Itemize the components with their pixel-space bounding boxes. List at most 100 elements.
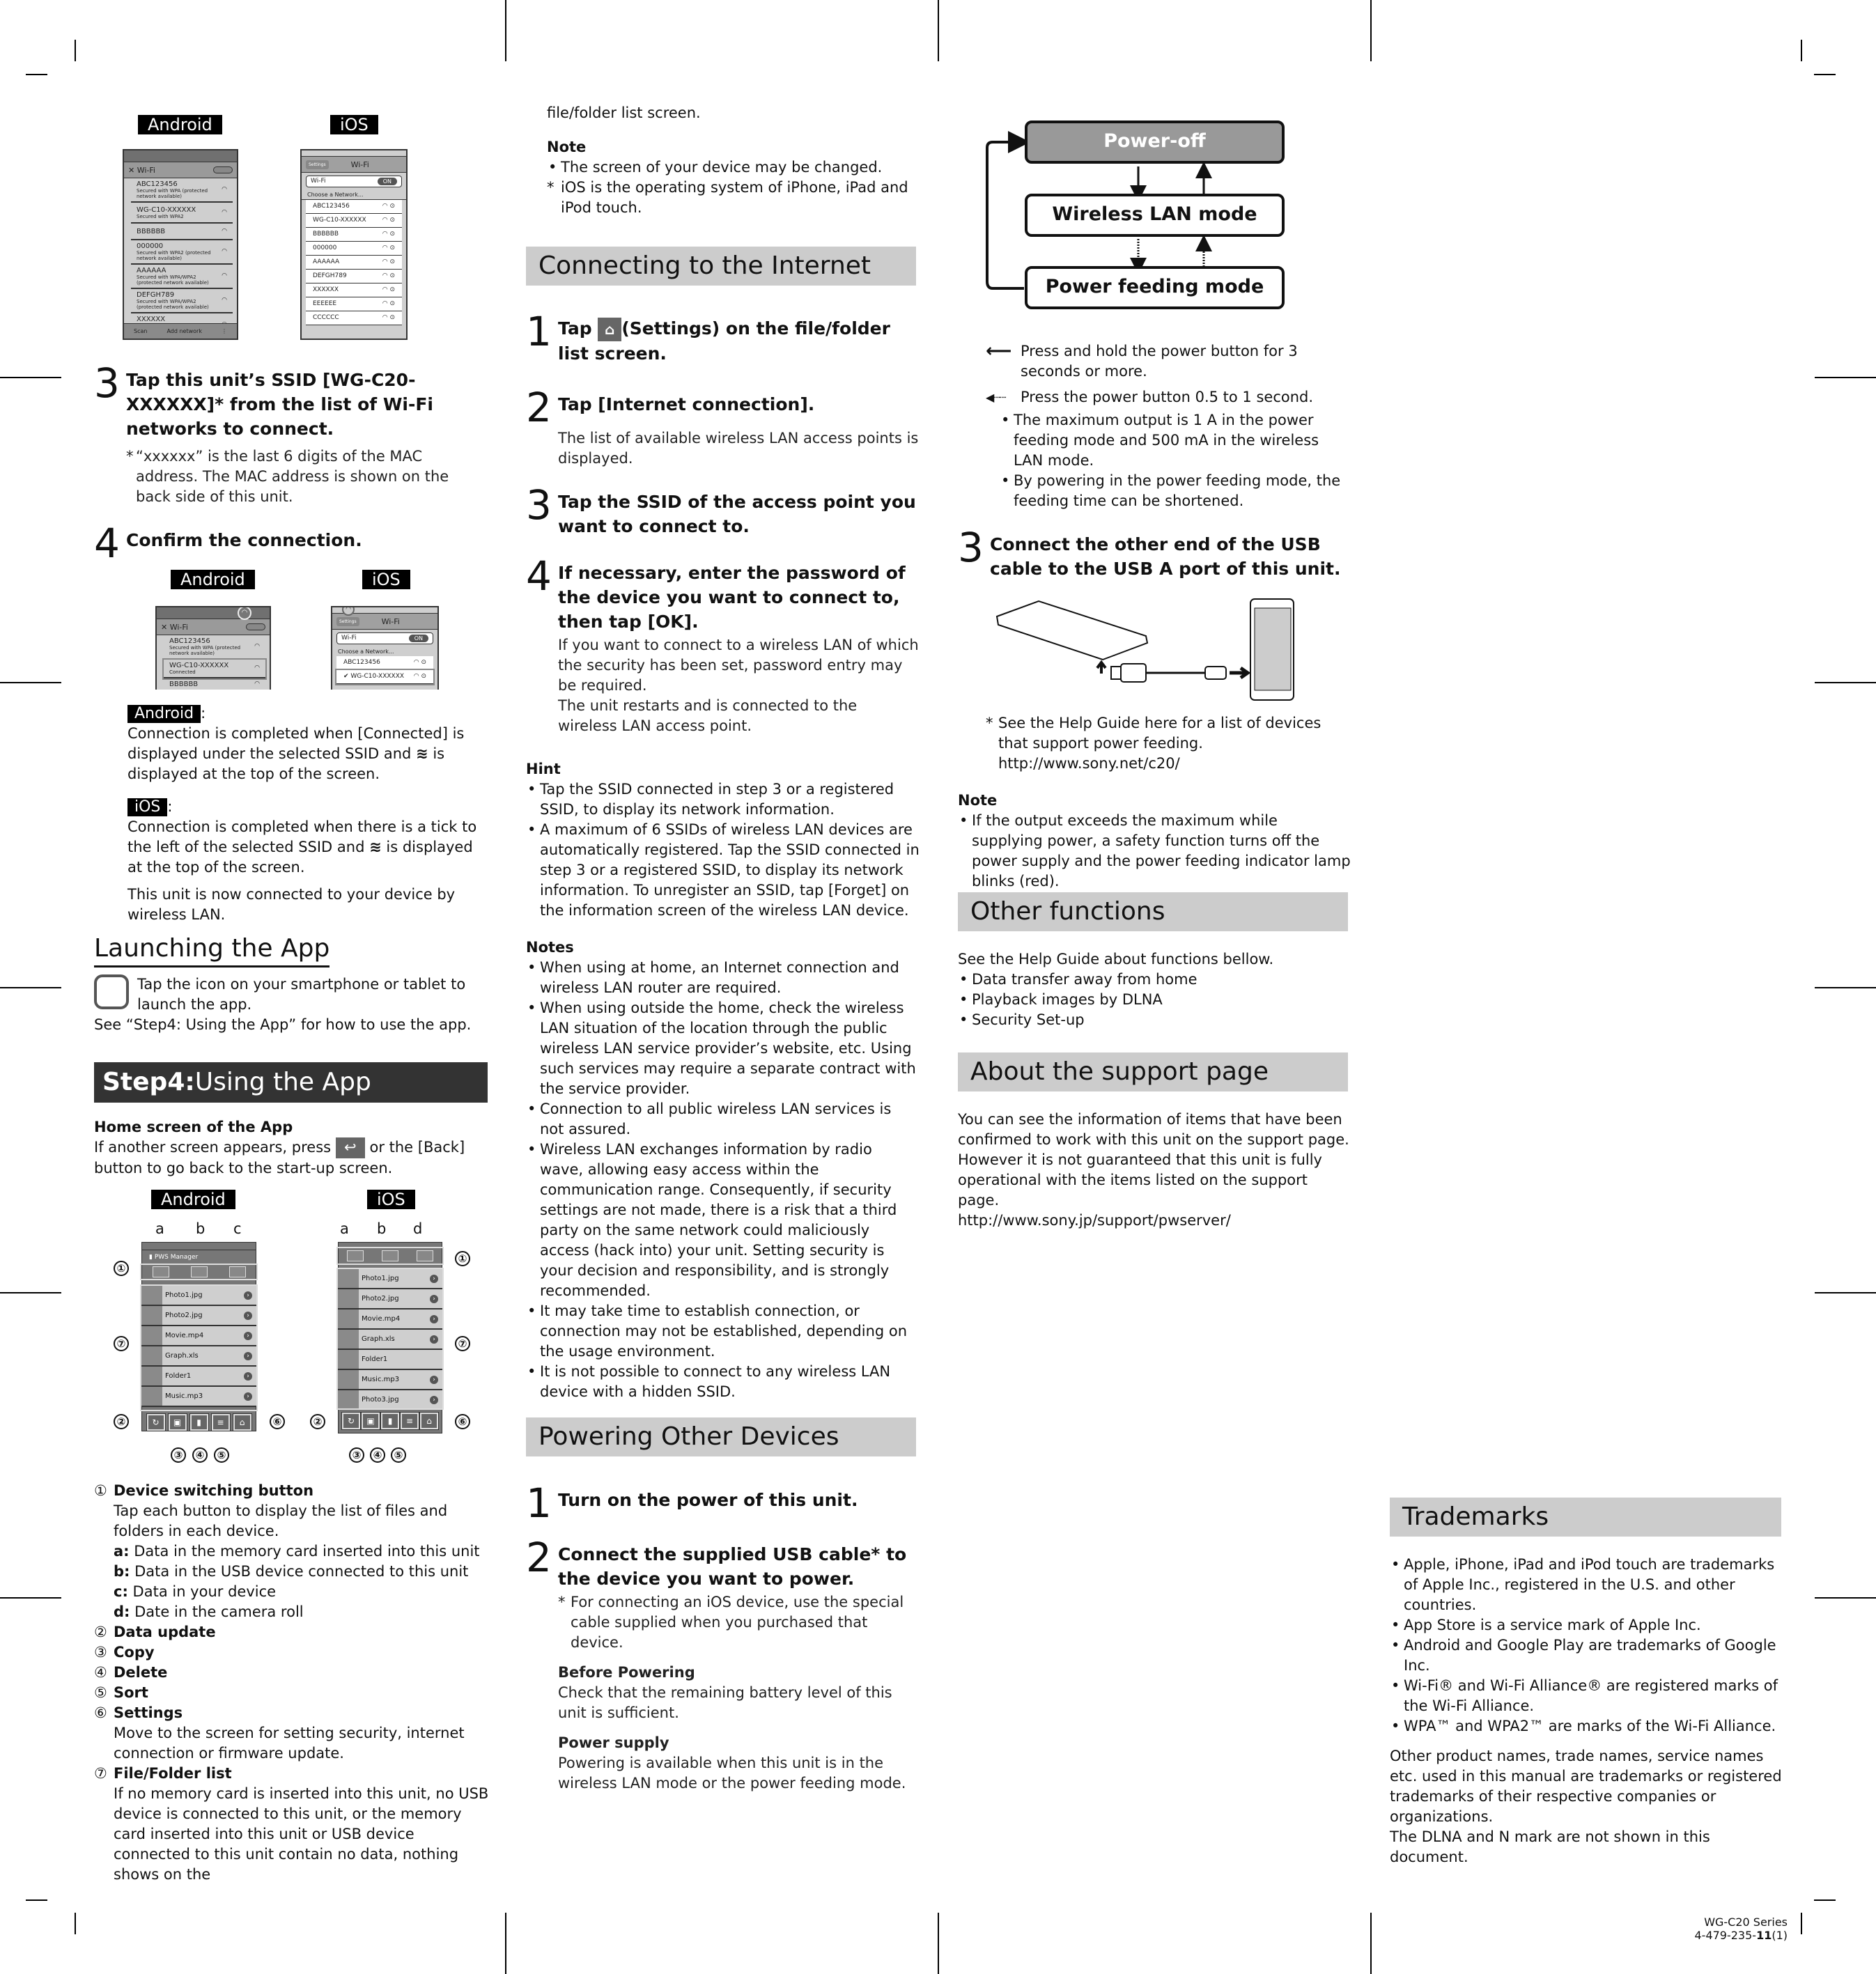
step-number: 1 <box>526 308 552 355</box>
network-row[interactable]: ✔ WG-C10-XXXXXX ◠ ⊙ <box>335 669 435 685</box>
file-row[interactable]: Music.mp3 › <box>338 1370 442 1390</box>
network-row[interactable]: ABC123456 Secured with WPA (protected net… <box>131 178 233 203</box>
network-row[interactable]: XXXXXX ◠ ⊙ <box>306 283 402 297</box>
callout-4: ④ <box>192 1447 208 1463</box>
support-url[interactable]: http://www.sony.jp/support/pwserver/ <box>958 1211 1351 1231</box>
network-row[interactable]: 000000 Secured with WPA2 (protected netwo… <box>131 240 233 265</box>
chevron-right-icon[interactable]: › <box>430 1375 438 1384</box>
memory-card-button[interactable] <box>347 1250 364 1261</box>
settings-button[interactable]: ⌂ <box>419 1412 439 1430</box>
settings-button[interactable]: ⌂ <box>232 1413 252 1431</box>
network-row[interactable]: 000000 ◠ ⊙ <box>306 242 402 256</box>
chevron-right-icon[interactable]: › <box>244 1291 252 1300</box>
delete-button[interactable]: ▮ <box>380 1412 400 1430</box>
chevron-right-icon[interactable]: › <box>430 1294 438 1303</box>
device-switch-bar[interactable] <box>140 1264 258 1280</box>
trademarks-heading: Trademarks <box>1390 1498 1781 1537</box>
chevron-right-icon[interactable]: › <box>244 1351 252 1360</box>
file-row[interactable]: Photo2.jpg › <box>338 1289 442 1309</box>
network-info: ABC123456 Secured with WPA (protected net… <box>169 637 254 656</box>
ssid: 000000 <box>313 244 337 251</box>
sub-value: Date in the camera roll <box>134 1603 304 1620</box>
chevron-right-icon[interactable]: › <box>430 1274 438 1283</box>
chevron-right-icon[interactable]: › <box>244 1311 252 1320</box>
settings-back-button[interactable]: Settings <box>306 160 329 169</box>
chevron-right-icon[interactable]: › <box>244 1371 252 1381</box>
usb-device-button[interactable] <box>190 1266 208 1277</box>
chevron-right-icon[interactable]: › <box>430 1395 438 1404</box>
network-info: BBBBBB <box>169 681 198 688</box>
wifi-toggle[interactable]: ON <box>377 178 397 185</box>
home-screen-title: Home screen of the App <box>94 1119 293 1135</box>
network-row[interactable]: DEFGH789 Secured with WPA/WPA2 (protected… <box>131 289 233 313</box>
file-row[interactable]: Movie.mp4 › <box>141 1326 256 1346</box>
file-row[interactable]: Graph.xls › <box>141 1346 256 1367</box>
file-row[interactable]: Music.mp3 › <box>141 1387 256 1407</box>
wifi-detail-icon: ◠ ⊙ <box>413 659 426 666</box>
network-row[interactable]: ABC123456 Secured with WPA (protected net… <box>164 635 265 660</box>
file-row[interactable]: Graph.xls › <box>338 1330 442 1350</box>
network-row[interactable]: CCCCCC ◠ ⊙ <box>306 311 402 325</box>
add-network-button[interactable]: Add network <box>166 327 202 335</box>
chevron-right-icon[interactable]: › <box>244 1392 252 1401</box>
menu-icon[interactable]: ⋮ <box>222 327 227 335</box>
scan-button[interactable]: Scan <box>134 327 147 335</box>
memory-card-button[interactable] <box>152 1266 169 1277</box>
copy-button[interactable]: ▣ <box>167 1413 187 1431</box>
file-row[interactable]: Photo1.jpg › <box>141 1286 256 1306</box>
network-row[interactable]: WG-C10-XXXXXX Connected ◠ <box>162 658 267 680</box>
legend-hold: ⟵ Press and hold the power button for 3 … <box>986 341 1351 382</box>
before-powering-title: Before Powering <box>558 1664 695 1681</box>
toggle-icon <box>213 166 233 173</box>
delete-button[interactable]: ▮ <box>189 1413 209 1431</box>
network-row[interactable]: BBBBBB ◠ <box>164 678 265 690</box>
label-b: b <box>377 1220 387 1237</box>
chevron-right-icon[interactable]: › <box>244 1331 252 1340</box>
network-row[interactable]: ABC123456 ◠ ⊙ <box>306 200 402 214</box>
network-info: 000000 Secured with WPA2 (protected netwo… <box>137 242 222 261</box>
camera-roll-button[interactable] <box>417 1250 433 1261</box>
internet-steps: 1 Tap ⌂ (Settings) on the file/folder lis… <box>526 308 920 736</box>
settings-back-button[interactable]: Settings <box>336 616 359 626</box>
file-row[interactable]: Folder1 <box>338 1350 442 1370</box>
file-row[interactable]: Folder1 › <box>141 1367 256 1387</box>
your-device-button[interactable] <box>228 1266 246 1277</box>
file-row[interactable]: Movie.mp4 › <box>338 1309 442 1330</box>
help-url[interactable]: http://www.sony.net/c20/ <box>986 754 1355 774</box>
file-row[interactable]: Photo2.jpg › <box>141 1306 256 1326</box>
file-row[interactable]: Photo3.jpg › <box>338 1390 442 1408</box>
wifi-toggle[interactable]: ON <box>408 635 428 642</box>
network-row[interactable]: WG-C10-XXXXXX ◠ ⊙ <box>306 214 402 228</box>
network-row[interactable]: AAAAAA Secured with WPA/WPA2 (protected n… <box>131 265 233 289</box>
network-row[interactable]: ABC123456 ◠ ⊙ <box>336 656 433 670</box>
chevron-right-icon[interactable]: › <box>430 1335 438 1344</box>
step-number: 3 <box>94 359 120 407</box>
network-row[interactable]: BBBBBB ◠ ⊙ <box>306 228 402 242</box>
file-row[interactable]: Photo1.jpg › <box>338 1269 442 1289</box>
network-row[interactable]: DEFGH789 ◠ ⊙ <box>306 270 402 283</box>
network-row[interactable]: WG-C10-XXXXXX Secured with WPA2 ◠ <box>131 203 233 224</box>
usb-a-plug <box>1110 666 1122 680</box>
sort-button[interactable]: ≡ <box>210 1413 231 1431</box>
chevron-right-icon[interactable]: › <box>430 1314 438 1323</box>
file-name: Photo1.jpg <box>362 1275 399 1282</box>
device-switch-bar[interactable] <box>336 1247 444 1265</box>
network-row[interactable]: BBBBBB ◠ <box>131 224 233 240</box>
sort-button[interactable]: ≡ <box>400 1412 419 1430</box>
note-item: If the output exceeds the maximum while … <box>958 811 1351 892</box>
crop-mark <box>26 1899 47 1901</box>
legend-desc: If no memory card is inserted into this … <box>114 1785 489 1883</box>
ios-badge: iOS <box>127 798 168 816</box>
legend-title: ④ Delete <box>94 1663 495 1683</box>
note-text: Connection is completed when [Connected]… <box>127 725 465 762</box>
file-thumbnail <box>338 1350 359 1369</box>
sub-key: b: <box>114 1563 130 1580</box>
usb-device-button[interactable] <box>382 1250 398 1261</box>
wifi-label: Wi-Fi <box>341 635 357 642</box>
network-row[interactable]: EEEEEE ◠ ⊙ <box>306 297 402 311</box>
data-update-button[interactable]: ↻ <box>146 1413 166 1431</box>
network-row[interactable]: AAAAAA ◠ ⊙ <box>306 256 402 270</box>
callout-1: ① <box>114 1261 129 1276</box>
data-update-button[interactable]: ↻ <box>341 1412 361 1430</box>
copy-button[interactable]: ▣ <box>361 1412 380 1430</box>
